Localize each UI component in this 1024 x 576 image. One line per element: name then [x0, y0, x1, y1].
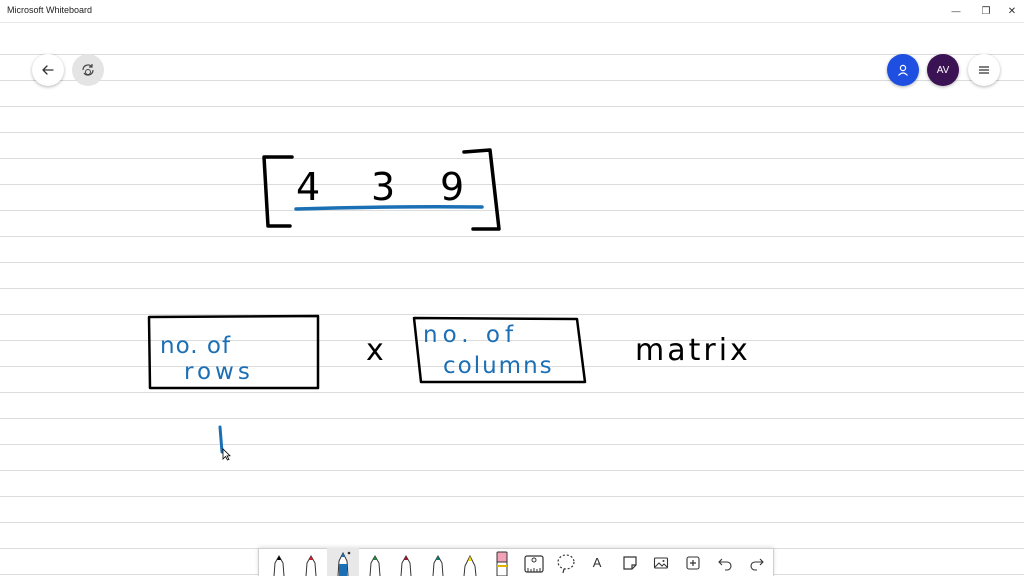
pen-darkred-tool[interactable] — [391, 548, 423, 576]
pen-teal-icon — [432, 554, 444, 576]
person-icon — [898, 64, 908, 76]
pen-red-tool[interactable] — [295, 548, 327, 576]
undo-button[interactable] — [709, 548, 741, 576]
sync-button[interactable] — [72, 54, 104, 86]
multiply-symbol: x — [366, 333, 384, 368]
matrix-value-1: 4 — [296, 165, 320, 209]
insert-icon — [686, 556, 700, 570]
inking-toolbar: A — [258, 548, 774, 576]
left-bracket — [262, 155, 294, 228]
sticky-note-icon — [622, 556, 637, 570]
highlighter-tool[interactable] — [454, 548, 486, 576]
avatar-initials: AV — [936, 64, 950, 76]
back-button[interactable] — [32, 54, 64, 86]
sync-icon — [82, 64, 94, 76]
pen-blue-tool[interactable] — [326, 548, 359, 576]
settings-menu-button[interactable] — [968, 54, 1000, 86]
insert-tool[interactable] — [677, 548, 709, 576]
pen-teal-tool[interactable] — [422, 548, 454, 576]
close-icon: ✕ — [1007, 5, 1017, 17]
image-tool[interactable] — [646, 548, 678, 576]
ink-layer: 4 3 9 no. of rows x no. of columns matri… — [147, 148, 751, 461]
pen-black-icon — [273, 554, 285, 576]
restore-icon: ❐ — [981, 5, 991, 17]
pen-green-tool[interactable] — [359, 548, 391, 576]
eraser-tool[interactable] — [486, 548, 518, 576]
minimize-button[interactable]: — — [940, 0, 972, 22]
matrix-word: matrix — [635, 333, 751, 368]
highlighter-yellow-icon — [463, 554, 477, 576]
minimize-icon: — — [951, 6, 961, 16]
invite-button[interactable] — [887, 54, 919, 86]
box1-text-line2: rows — [184, 359, 254, 385]
sticky-note-tool[interactable] — [614, 548, 646, 576]
pen-red-icon — [305, 554, 317, 576]
app-title: Microsoft Whiteboard — [7, 5, 93, 15]
title-bar: Microsoft Whiteboard — ❐ ✕ — [0, 0, 1024, 23]
pen-blue-icon — [337, 551, 350, 576]
matrix-value-2: 3 — [371, 165, 395, 209]
rows-value-text: 1 — [214, 447, 215, 448]
mouse-cursor — [222, 448, 231, 461]
user-avatar[interactable]: AV — [927, 54, 959, 86]
right-bracket — [462, 148, 501, 231]
hamburger-icon — [979, 66, 989, 74]
box1-text-line1: no. of — [160, 333, 231, 359]
whiteboard-canvas[interactable]: 4 3 9 no. of rows x no. of columns matri… — [0, 23, 1024, 576]
text-icon: A — [592, 555, 602, 570]
rows-value-stroke — [218, 425, 224, 454]
pen-green-icon — [369, 554, 381, 576]
box2-text-line1: no. of — [423, 322, 518, 348]
lasso-tool[interactable] — [550, 548, 582, 576]
box2-text-line2: columns — [443, 353, 554, 379]
ruler-icon — [524, 555, 544, 573]
pen-darkred-icon — [400, 554, 412, 576]
lasso-icon — [557, 554, 575, 574]
ruler-tool[interactable] — [518, 548, 550, 576]
text-tool[interactable]: A — [582, 548, 614, 576]
back-arrow-icon — [42, 65, 54, 75]
matrix-value-3: 9 — [440, 165, 464, 209]
redo-button[interactable] — [741, 548, 773, 576]
image-icon — [654, 557, 669, 569]
eraser-icon — [496, 551, 508, 576]
close-window-button[interactable]: ✕ — [996, 0, 1024, 22]
pen-black-tool[interactable] — [263, 548, 295, 576]
undo-icon — [718, 558, 732, 571]
redo-icon — [750, 558, 764, 571]
